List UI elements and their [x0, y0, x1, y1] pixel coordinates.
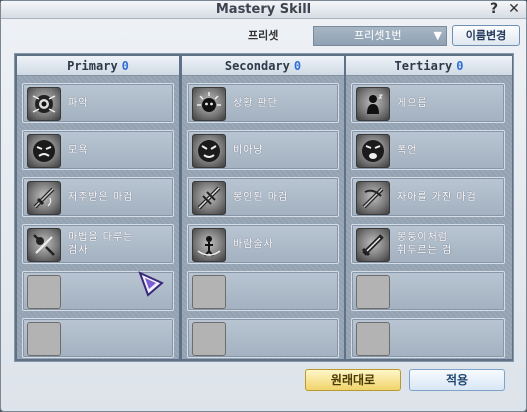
skill-label: 게으름: [397, 98, 428, 109]
shouting-face-icon: [356, 134, 390, 168]
aura-figure-icon: [192, 87, 226, 121]
sentient-sword-icon: [356, 181, 390, 215]
skill-slot[interactable]: 폭언: [351, 130, 505, 170]
column-tertiary: Tertiary 0 게으름 폭언 자아를 가진 마검 몽둥이처럼 휘두르는 검: [346, 56, 512, 359]
skill-label: 상황 판단: [233, 98, 278, 109]
skill-label: 파악: [68, 98, 89, 109]
skill-label: 마법을 다루는 검사: [68, 232, 134, 256]
empty-skill-slot[interactable]: [351, 318, 505, 358]
column-header-tertiary: Tertiary 0: [346, 56, 512, 76]
skill-label: 바람술사: [233, 239, 274, 250]
mocking-face-icon: [192, 134, 226, 168]
angry-face-icon: [27, 134, 61, 168]
sealed-sword-icon: [192, 181, 226, 215]
skill-label: 모욕: [68, 145, 89, 156]
skill-panel: Primary 0 파악 모욕 저주받은 마검 마법을 다루는 검사 Secon…: [14, 53, 514, 362]
skill-slot[interactable]: 바람술사: [187, 224, 339, 264]
chevron-down-icon: ▼: [433, 29, 442, 42]
column-title: Tertiary: [394, 59, 453, 73]
column-title: Primary: [67, 59, 118, 73]
preset-label: 프리셋: [248, 29, 279, 42]
empty-slot-icon: [356, 275, 390, 309]
title-bar[interactable]: Mastery Skill ? ✕: [1, 1, 526, 19]
skill-slot[interactable]: 마법을 다루는 검사: [22, 224, 174, 264]
skill-label: 봉인된 마검: [233, 192, 289, 203]
column-count: 0: [456, 59, 464, 73]
mastery-skill-window: Mastery Skill ? ✕ 프리셋 프리셋1번 ▼ 이름변경 Prima…: [0, 0, 527, 412]
skill-slot[interactable]: 모욕: [22, 130, 174, 170]
column-count: 0: [293, 59, 302, 73]
skill-label: 폭언: [397, 145, 418, 156]
club-sword-icon: [356, 228, 390, 262]
skill-slot[interactable]: 게으름: [351, 83, 505, 123]
empty-slot-icon: [27, 322, 61, 356]
preset-selected-value: 프리셋1번: [354, 29, 402, 42]
column-header-secondary: Secondary 0: [182, 56, 344, 76]
window-title: Mastery Skill: [215, 2, 312, 17]
cursed-sword-icon: [27, 181, 61, 215]
wind-mage-icon: [192, 228, 226, 262]
empty-skill-slot[interactable]: [351, 271, 505, 311]
cursor-pointer-icon: [138, 271, 164, 297]
preset-dropdown[interactable]: 프리셋1번 ▼: [313, 26, 447, 46]
skill-label: 비아냥: [233, 145, 264, 156]
column-title: Secondary: [224, 59, 290, 73]
column-secondary: Secondary 0 상황 판단 비아냥 봉인된 마검 바람술사: [182, 56, 344, 359]
magic-swordsman-icon: [27, 228, 61, 262]
skill-slot[interactable]: 봉인된 마검: [187, 177, 339, 217]
empty-slot-icon: [192, 275, 226, 309]
eye-icon: [27, 87, 61, 121]
skill-label: 몽둥이처럼 휘두르는 검: [397, 232, 453, 256]
empty-skill-slot[interactable]: [187, 318, 339, 358]
empty-skill-slot[interactable]: [187, 271, 339, 311]
skill-slot[interactable]: 상황 판단: [187, 83, 339, 123]
close-button[interactable]: ✕: [506, 1, 522, 18]
skill-label: 저주받은 마검: [68, 192, 134, 203]
empty-slot-icon: [27, 275, 61, 309]
empty-slot-icon: [192, 322, 226, 356]
rename-button[interactable]: 이름변경: [452, 25, 520, 46]
skill-slot[interactable]: 몽둥이처럼 휘두르는 검: [351, 224, 505, 264]
column-primary: Primary 0 파악 모욕 저주받은 마검 마법을 다루는 검사: [17, 56, 179, 359]
bottom-action-bar: 원래대로 적용: [1, 366, 526, 394]
column-count: 0: [121, 59, 129, 73]
skill-slot[interactable]: 파악: [22, 83, 174, 123]
skill-label: 자아를 가진 마검: [397, 192, 477, 203]
reset-button[interactable]: 원래대로: [305, 369, 401, 391]
skill-slot[interactable]: 자아를 가진 마검: [351, 177, 505, 217]
empty-slot-icon: [356, 322, 390, 356]
help-button[interactable]: ?: [486, 1, 502, 18]
apply-button[interactable]: 적용: [409, 369, 505, 391]
column-header-primary: Primary 0: [17, 56, 179, 76]
skill-slot[interactable]: 저주받은 마검: [22, 177, 174, 217]
lazy-figure-icon: [356, 87, 390, 121]
preset-row: 프리셋 프리셋1번 ▼ 이름변경: [1, 23, 526, 47]
skill-slot[interactable]: 비아냥: [187, 130, 339, 170]
empty-skill-slot[interactable]: [22, 318, 174, 358]
